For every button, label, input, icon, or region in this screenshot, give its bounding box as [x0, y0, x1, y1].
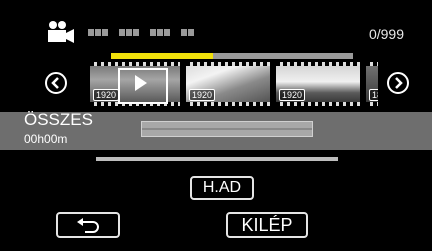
thumbnail-strip: 1920 1920 1920 18: [90, 62, 378, 106]
total-label: ÖSSZES: [24, 110, 93, 129]
return-arrow-icon: [77, 218, 99, 233]
thumbnail[interactable]: 1920: [276, 62, 360, 106]
resolution-badge: 1920: [279, 89, 306, 101]
previous-button[interactable]: [45, 72, 67, 94]
selection-bar: [141, 121, 313, 137]
resolution-badge: 18: [369, 89, 378, 101]
play-icon: [135, 75, 147, 91]
clip-counter: 0/999: [368, 26, 404, 42]
chevron-right-icon: [395, 77, 403, 89]
video-camera-icon: [44, 20, 76, 44]
back-button[interactable]: [56, 212, 120, 238]
divider: [96, 157, 338, 161]
next-button[interactable]: [387, 72, 409, 94]
date-title: [88, 29, 194, 36]
thumbnail[interactable]: 1920: [90, 62, 180, 106]
add-button[interactable]: H.AD: [190, 176, 254, 200]
playback-progress: [111, 53, 353, 59]
thumbnail[interactable]: 18: [366, 62, 378, 106]
exit-button[interactable]: KILÉP: [226, 212, 308, 238]
chevron-left-icon: [51, 77, 59, 89]
total-time: 00h00m: [24, 132, 68, 146]
resolution-badge: 1920: [189, 89, 216, 101]
resolution-badge: 1920: [93, 89, 120, 101]
thumbnail[interactable]: 1920: [186, 62, 270, 106]
progress-fill: [111, 53, 213, 59]
